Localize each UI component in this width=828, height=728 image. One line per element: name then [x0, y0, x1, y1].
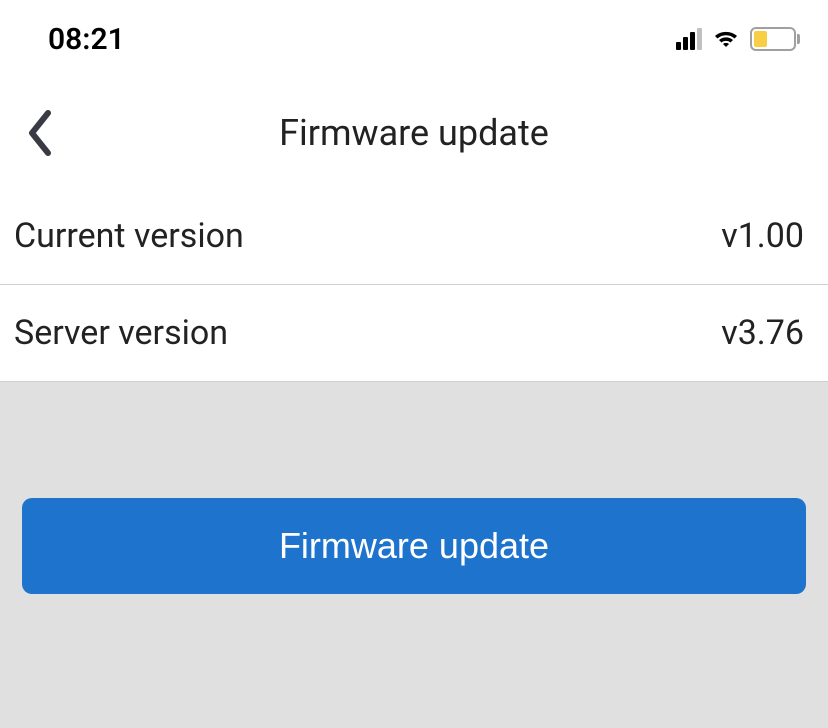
chevron-left-icon — [28, 109, 52, 157]
page-title: Firmware update — [279, 112, 549, 154]
battery-icon — [750, 27, 800, 51]
server-version-value: v3.76 — [721, 313, 804, 353]
current-version-label: Current version — [14, 216, 244, 256]
server-version-row: Server version v3.76 — [0, 285, 828, 382]
nav-bar: Firmware update — [0, 78, 828, 188]
status-bar: 08:21 — [0, 0, 828, 78]
cellular-signal-icon — [676, 28, 702, 50]
server-version-label: Server version — [14, 313, 228, 353]
wifi-icon — [710, 27, 742, 51]
status-time: 08:21 — [48, 22, 125, 57]
current-version-row: Current version v1.00 — [0, 188, 828, 285]
back-button[interactable] — [20, 103, 60, 163]
button-container: Firmware update — [0, 382, 828, 594]
firmware-update-button[interactable]: Firmware update — [22, 498, 806, 594]
current-version-value: v1.00 — [721, 216, 804, 256]
status-icons — [676, 27, 800, 51]
version-list: Current version v1.00 Server version v3.… — [0, 188, 828, 382]
